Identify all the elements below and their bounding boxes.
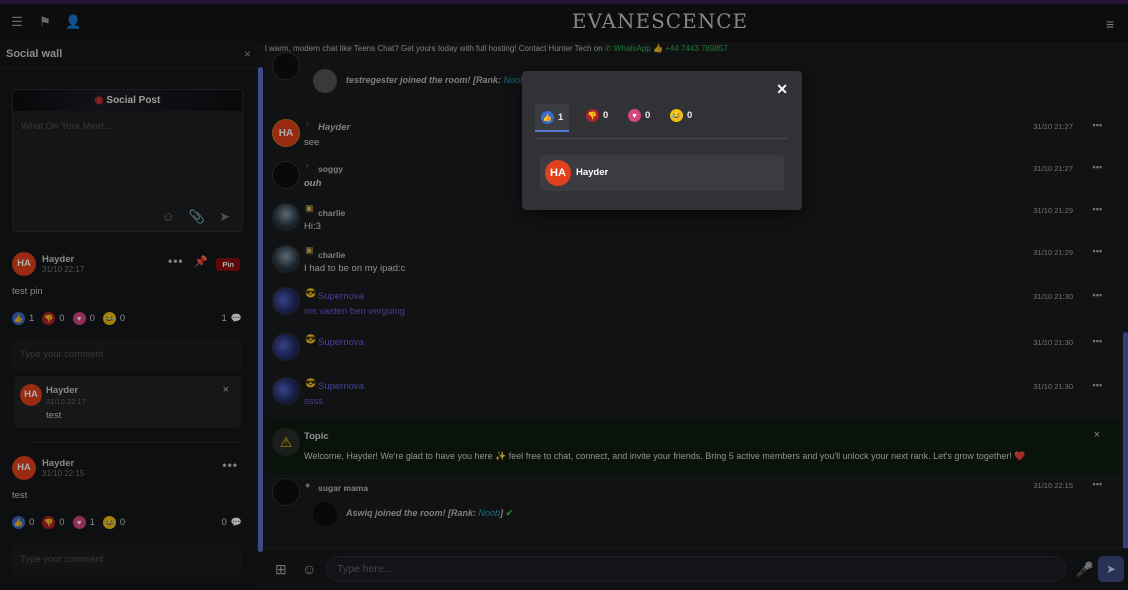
tab-count: 0 <box>645 110 651 121</box>
laugh-icon: 😂 <box>670 109 683 122</box>
tab-count: 1 <box>558 111 564 123</box>
reaction-user-name[interactable]: Hayder <box>576 167 608 178</box>
reactions-modal: ✕ 👍 1 👎 0 ♥ 0 😂 0 HA Hayder <box>522 71 802 210</box>
tab-count: 0 <box>603 110 609 121</box>
tab-love[interactable]: ♥ 0 <box>628 109 650 122</box>
dislike-icon: 👎 <box>586 109 599 122</box>
reaction-tabs: 👍 1 👎 0 ♥ 0 😂 0 <box>535 103 788 139</box>
like-icon: 👍 <box>541 110 554 124</box>
tab-count: 0 <box>687 110 693 121</box>
tab-like[interactable]: 👍 1 <box>535 104 570 132</box>
tab-dislike[interactable]: 👎 0 <box>586 109 608 122</box>
tab-haha[interactable]: 😂 0 <box>670 109 692 122</box>
reaction-user-row[interactable]: HA Hayder <box>540 155 784 191</box>
close-icon[interactable]: ✕ <box>776 81 788 98</box>
avatar[interactable]: HA <box>545 160 571 186</box>
heart-icon: ♥ <box>628 109 641 122</box>
